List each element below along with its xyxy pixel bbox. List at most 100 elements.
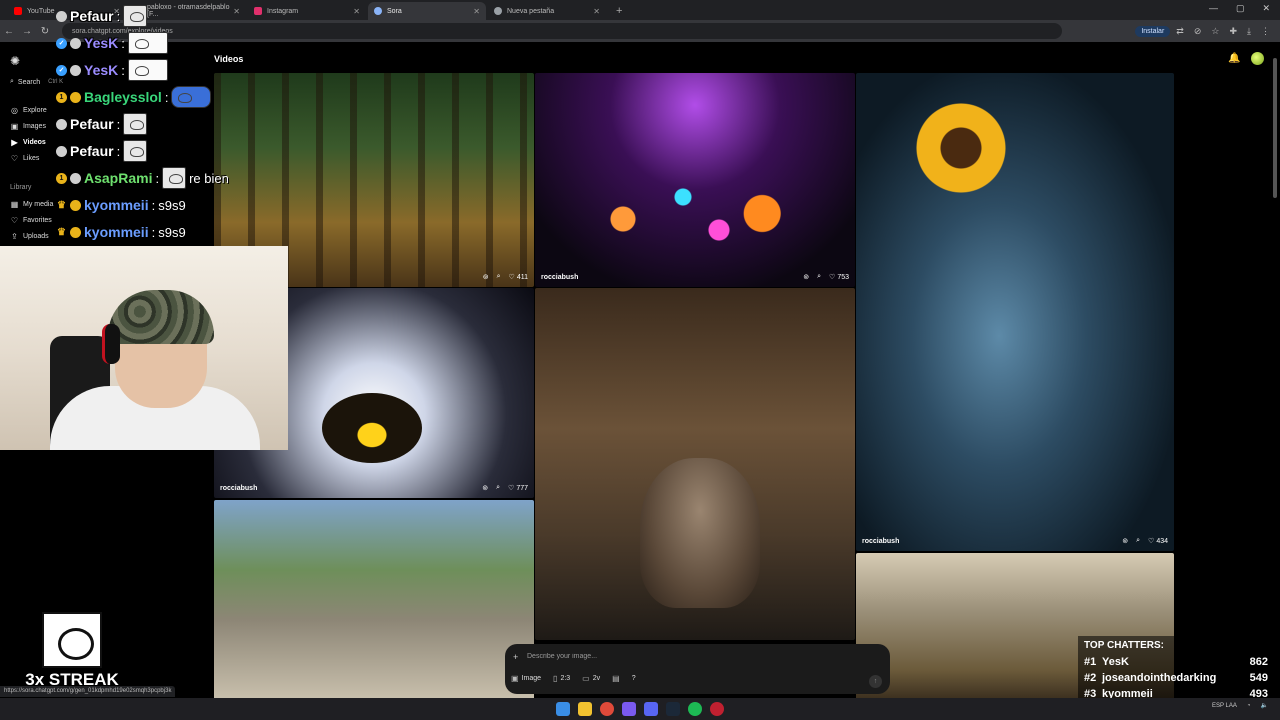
new-tab-button[interactable]: + [608, 5, 630, 20]
webcam-overlay [0, 246, 288, 450]
install-button[interactable]: Instalar [1135, 25, 1171, 37]
video-tile-warriors[interactable] [214, 500, 534, 700]
file-explorer-icon[interactable] [578, 702, 592, 716]
top-chatters-widget: TOP CHATTERS: #1 YesK 862 #2 joseandointhed… [1078, 636, 1274, 706]
presets-button[interactable]: ▤ [612, 674, 620, 683]
close-window-icon[interactable]: ✕ [1262, 3, 1270, 14]
top-chatters-title: TOP CHATTERS: [1084, 640, 1165, 651]
sora-logo-icon[interactable]: ✺ [10, 54, 20, 68]
tile-meta: rocciabush ⊚ ⌕ ♡ 753 [541, 273, 849, 281]
image-icon: ▣ [10, 122, 19, 131]
heart-icon: ♡ [10, 154, 19, 163]
variations-selector[interactable]: ▭ 2v [582, 674, 600, 683]
windows-start-icon[interactable] [556, 702, 570, 716]
close-icon[interactable]: ✕ [593, 7, 600, 16]
sidebar-item-uploads[interactable]: ⇪ Uploads [10, 232, 49, 241]
translate-icon[interactable]: ⇄ [1176, 26, 1184, 37]
tile-meta: rocciabush ⊚ ⌕ ♡ 777 [220, 484, 528, 492]
search-label: Search [17, 78, 41, 86]
video-tile-halloween-room[interactable]: rocciabush ⊚ ⌕ ♡ 753 [535, 73, 855, 287]
help-button[interactable]: ? [632, 675, 636, 682]
spotify-icon[interactable] [688, 702, 702, 716]
menu-icon[interactable]: ⋮ [1261, 26, 1270, 37]
sidebar-item-videos[interactable]: ▶ Videos [10, 138, 45, 147]
chatter-rank: #2 [1084, 672, 1097, 684]
reload-icon[interactable]: ↻ [36, 26, 54, 37]
extensions-icon[interactable]: ✚ [1229, 26, 1237, 37]
like-button[interactable]: ♡ 777 [508, 484, 528, 493]
star-icon[interactable]: ☆ [1211, 26, 1219, 37]
sidebar-item-likes[interactable]: ♡ Likes [10, 154, 39, 163]
chat-username: AsapRami [84, 170, 153, 186]
like-button[interactable]: ♡ 753 [829, 273, 849, 282]
search-icon[interactable]: ⌕ [496, 484, 500, 492]
heart-icon: ♡ [829, 274, 836, 281]
chat-message: ♛ kyommeii: s9s9 [57, 197, 186, 213]
windows-taskbar: ESP LAA ◔ 🔈 [0, 698, 1280, 720]
tab-sora[interactable]: Sora ✕ [368, 2, 486, 20]
address-bar[interactable]: sora.chatgpt.com/explore/videos [62, 23, 1062, 39]
page-scrollbar[interactable] [1272, 50, 1278, 690]
search-icon[interactable]: ⌕ [817, 273, 821, 281]
add-attachment-icon[interactable]: + [513, 652, 518, 662]
prompt-input[interactable] [527, 653, 857, 660]
close-icon[interactable]: ✕ [233, 7, 240, 16]
tile-author[interactable]: rocciabush [862, 538, 899, 545]
maximize-icon[interactable]: ▢ [1236, 3, 1245, 14]
aspect-ratio-selector[interactable]: ▯ 2:3 [553, 674, 570, 683]
extension-icons: ⇄ ⊘ ☆ ✚ ⤓ ⋮ [1176, 26, 1270, 37]
browser-toolbar: ← → ↻ sora.chatgpt.com/explore/videos In… [0, 20, 1280, 42]
mode-selector[interactable]: ▣ Image [511, 674, 541, 683]
tile-author[interactable]: rocciabush [541, 274, 578, 281]
like-count: 434 [1156, 537, 1168, 545]
avatar[interactable] [1251, 52, 1264, 65]
tile-author[interactable]: rocciabush [220, 485, 257, 492]
chat-message: ✓ YesK: [56, 31, 168, 55]
language-indicator[interactable]: ESP LAA [1212, 703, 1237, 709]
bits-badge-icon [70, 199, 81, 211]
app-icon[interactable] [710, 702, 724, 716]
sidebar-item-images[interactable]: ▣ Images [10, 122, 46, 131]
like-button[interactable]: ♡ 434 [1148, 537, 1168, 546]
download-icon[interactable]: ⤓ [1247, 26, 1251, 37]
remix-icon[interactable]: ⊚ [483, 273, 489, 281]
remix-icon[interactable]: ⊚ [803, 273, 809, 281]
tab-instagram[interactable]: Instagram ✕ [248, 2, 366, 20]
chat-message: Pefaur: [56, 139, 148, 163]
verified-badge-icon: ✓ [56, 64, 67, 76]
obs-icon[interactable] [622, 702, 636, 716]
search-icon[interactable]: ⌕ [1136, 537, 1140, 545]
chrome-icon[interactable] [600, 702, 614, 716]
remix-icon[interactable]: ⊚ [482, 484, 488, 492]
back-icon[interactable]: ← [0, 26, 18, 37]
scrollbar-thumb[interactable] [1273, 58, 1277, 198]
send-button[interactable]: ↑ [869, 675, 882, 688]
sidebar-item-my-media[interactable]: ▦ My media [10, 200, 54, 209]
minimize-icon[interactable]: — [1209, 3, 1218, 14]
forward-icon[interactable]: → [18, 26, 36, 37]
steam-icon[interactable] [666, 702, 680, 716]
tab-new[interactable]: Nueva pestaña ✕ [488, 2, 606, 20]
volume-icon[interactable]: 🔈 [1261, 702, 1268, 709]
discord-icon[interactable] [644, 702, 658, 716]
chat-emote [162, 167, 187, 189]
remix-icon[interactable]: ⊚ [1122, 537, 1128, 545]
chat-username: Bagleysslol [84, 89, 162, 105]
wifi-icon[interactable]: ◔ [1247, 703, 1251, 709]
chat-emote [127, 32, 168, 54]
sidebar-item-favorites[interactable]: ♡ Favorites [10, 216, 52, 225]
sidebar-item-explore[interactable]: ◎ Explore [10, 106, 47, 115]
user-badge-icon [70, 37, 81, 49]
chat-emote [123, 5, 148, 27]
chat-emote [127, 59, 168, 81]
tab-label: Instagram [267, 7, 299, 15]
close-icon[interactable]: ✕ [473, 7, 480, 16]
video-tile-sunflower-woman[interactable]: rocciabush ⊚ ⌕ ♡ 434 [856, 73, 1174, 551]
webcam-headset [102, 324, 120, 364]
close-icon[interactable]: ✕ [353, 7, 360, 16]
search-icon[interactable]: ⌕ [497, 273, 501, 281]
video-tile-cat[interactable] [535, 288, 855, 640]
like-button[interactable]: ♡ 411 [509, 273, 528, 282]
bell-icon[interactable]: 🔔 [1228, 53, 1240, 64]
eye-off-icon[interactable]: ⊘ [1194, 26, 1202, 37]
